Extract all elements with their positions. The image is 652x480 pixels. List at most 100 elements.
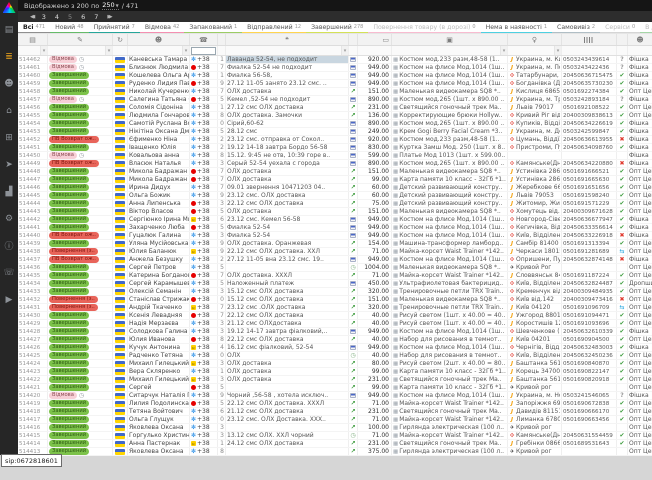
tab-servisy[interactable]: Сервіси0 bbox=[600, 22, 640, 34]
tab-vidmova[interactable]: Відмова42 bbox=[140, 22, 185, 34]
table-row[interactable]: 514443ЗавершенийВіктор Власов+385ОЛХ дос… bbox=[18, 208, 652, 216]
table-row[interactable]: 514424ЗавершенийМихаил Гилецькийlc+383ОЛ… bbox=[18, 360, 652, 368]
page-button-7[interactable]: 7 bbox=[94, 13, 98, 21]
header-comment[interactable]: ❝ bbox=[226, 34, 349, 45]
orders-list-icon[interactable]: ≣ bbox=[0, 43, 18, 70]
page-button-3[interactable]: 3 bbox=[42, 13, 46, 21]
tab-pryiniatyi[interactable]: Прийнятий7 bbox=[89, 22, 140, 34]
send-icon[interactable]: ➤ bbox=[0, 151, 18, 178]
table-row[interactable]: 514425ЗавершенийРадченко Тетяна✻+380ОЛХ◷… bbox=[18, 352, 652, 360]
panel-icon[interactable]: ▤ bbox=[0, 16, 18, 43]
header-flag[interactable]: ↻ bbox=[113, 34, 128, 45]
table-row[interactable]: 514428ЗавершенийСолодкова Галина В..✻+38… bbox=[18, 328, 652, 336]
page-button-5[interactable]: 5 bbox=[68, 13, 72, 21]
header-id[interactable]: ▤ bbox=[18, 34, 48, 45]
table-row[interactable]: 514437ПВ Возврат ож..Анжела Безушку✻+382… bbox=[18, 256, 652, 264]
header-status[interactable]: ✎ bbox=[48, 34, 113, 45]
first-page-button[interactable]: ◀◀ bbox=[30, 14, 33, 20]
table-row[interactable]: 514419ЗавершенийЛилия Подолинская+38522.… bbox=[18, 400, 652, 408]
filter-dropdown-icon[interactable]: ▾ bbox=[40, 46, 47, 55]
tab-samovyviz[interactable]: Самовивіз2 bbox=[552, 22, 600, 34]
table-row[interactable]: 514423ЗавершенийВера Скляренко✻+381ОЛХ д… bbox=[18, 368, 652, 376]
header-mgr[interactable]: ☻ bbox=[628, 34, 652, 45]
filter-dropdown-icon[interactable]: ▾ bbox=[105, 46, 112, 55]
table-row[interactable]: 514453ЗавершенийНікітіна Оксана Дми..✻+3… bbox=[18, 128, 652, 136]
table-row[interactable]: 514448ЗавершенийМикола Бадражан+387ОЛХ д… bbox=[18, 168, 652, 176]
header-phone[interactable]: ☎ bbox=[190, 34, 218, 45]
tab-nema-v-naiavnosti[interactable]: Нема в наявності1 bbox=[481, 22, 552, 34]
table-row[interactable]: 514435ЗавершенийКатерина Богданова+387ОЛ… bbox=[18, 272, 652, 280]
customers-icon[interactable]: ☻ bbox=[0, 70, 18, 97]
table-row[interactable]: 514450Відмова◷Ковальова анна✻+38815.12. … bbox=[18, 152, 652, 160]
filter-dropdown-icon[interactable]: ▾ bbox=[500, 46, 507, 55]
table-row[interactable]: 514458ЗавершенийНиколай Кучеренко✻+387ОЛ… bbox=[18, 88, 652, 96]
table-row[interactable]: 514432Повернення (з..Станіслав Стрижак+3… bbox=[18, 296, 652, 304]
table-row[interactable]: 514429ЗавершенийНадія Мерзаєва✻+38321.12… bbox=[18, 320, 652, 328]
table-row[interactable]: 514438Повернення (з..Юлия Баланюкlc+3892… bbox=[18, 248, 652, 256]
support-icon[interactable]: ☏ bbox=[0, 259, 18, 286]
table-row[interactable]: 514426ЗавершенийКучук Антонинаlc+38416.1… bbox=[18, 344, 652, 352]
last-page-button[interactable]: ▶▶ bbox=[107, 14, 110, 20]
table-row[interactable]: 514455ЗавершенийЛюдмила Гончарова✻+388ОЛ… bbox=[18, 112, 652, 120]
warehouse-icon[interactable]: ⌂ bbox=[0, 97, 18, 124]
table-row[interactable]: 514441ЗавершенийЗахарченко Люба+385Фиалк… bbox=[18, 224, 652, 232]
table-row[interactable]: 514444ЗавершенийАнна Липенська+38322.12 … bbox=[18, 200, 652, 208]
tab-novyi[interactable]: Новий48 bbox=[50, 22, 89, 34]
table-row[interactable]: 514430ЗавершенийКсенія Левадняя+38722.12… bbox=[18, 312, 652, 320]
table-row[interactable]: 514420Відмова◷Ситарчук Наталія Гр..✻+389… bbox=[18, 392, 652, 400]
table-row[interactable]: 514427ЗавершенийЮлия Иванова+38822.12 см… bbox=[18, 336, 652, 344]
page-button-4[interactable]: 4 bbox=[55, 13, 59, 21]
table-row[interactable]: 514413ЗавершенийЯковлева Оксана✻+388↗375… bbox=[18, 448, 652, 456]
table-row[interactable]: 514415ЗавершенийГоргулько Христина..✻+38… bbox=[18, 432, 652, 440]
table-row[interactable]: 514439ЗавершенийУляна Мусійовська✻+389ОЛ… bbox=[18, 240, 652, 248]
page-size-dropdown[interactable]: 250 ▼ bbox=[102, 1, 119, 10]
table-row[interactable]: 514421ЗавершенийСергей+385↗99.00▦Карта п… bbox=[18, 384, 652, 392]
filter-dropdown-icon[interactable]: ▾ bbox=[554, 46, 561, 55]
table-row[interactable]: 514418ЗавершенийТетяна Войтович✻+38621.1… bbox=[18, 408, 652, 416]
table-row[interactable]: 514451ЗавершенийІващенко Юлія✻+38219.12 … bbox=[18, 144, 652, 152]
table-row[interactable]: 514456ЗавершенийСоломія Сідоніна✻+38127.… bbox=[18, 104, 652, 112]
table-row[interactable]: 514414ЗавершенийАнна Пастернакlc+38124.1… bbox=[18, 440, 652, 448]
table-row[interactable]: 514452ПВ Возврат ож..Єфименко Ніна✻+3822… bbox=[18, 136, 652, 144]
table-row[interactable]: 514454ЗавершенийСамотій Руслана Во..✻+38… bbox=[18, 120, 652, 128]
table-row[interactable]: 514462Відмова◷Каневська Тамара ..✻+381Ла… bbox=[18, 56, 652, 64]
table-row[interactable]: 514442ЗавершенийСергіюнко Ірина Ми..lc+3… bbox=[18, 216, 652, 224]
table-row[interactable]: 514445ЗавершенийОльга Божик✻+38923.12 см… bbox=[18, 192, 652, 200]
table-row[interactable]: 514434ЗавершенийСергей Карамышев✻+385Нал… bbox=[18, 280, 652, 288]
table-row[interactable]: 514417ЗавершенийОльга Глущук✻+38023.12 с… bbox=[18, 416, 652, 424]
header-track[interactable] bbox=[562, 34, 617, 45]
header-product[interactable]: ▣ bbox=[392, 34, 508, 45]
table-row[interactable]: 514431Повернення (з..Андрій Ткаченкоlc+3… bbox=[18, 304, 652, 312]
tab-v-dorozi-dodomu[interactable]: В дорозі додому0 bbox=[640, 22, 652, 34]
tab-vsi[interactable]: Всі471 bbox=[18, 22, 50, 34]
filter-dropdown-icon[interactable]: ▾ bbox=[341, 46, 348, 55]
header-price[interactable]: ▭ bbox=[358, 34, 392, 45]
table-row[interactable]: 514433ЗавершенийОлексій Семанін✻+38315.1… bbox=[18, 288, 652, 296]
header-address[interactable]: ♀ bbox=[508, 34, 562, 45]
tab-povernennia-tovaru-v-dorozi[interactable]: Повернення товару (в дорозі)0 bbox=[368, 22, 480, 34]
cart-icon[interactable]: ⊞ bbox=[0, 124, 18, 151]
table-row[interactable]: 514447ЗавершенийМикола Бадражан+387ОЛХ д… bbox=[18, 176, 652, 184]
table-row[interactable]: 514416ЗавершенийЯковлева Оксана✻+383↗100… bbox=[18, 424, 652, 432]
table-row[interactable]: 514461Відмова◷Близнюк Людмила ..+387Фиал… bbox=[18, 64, 652, 72]
table-row[interactable]: 514449ПВ Возврат ож..Власюк Наталья✻+383… bbox=[18, 160, 652, 168]
settings-icon[interactable]: ⚙ bbox=[0, 205, 18, 232]
table-row[interactable]: 514457Відмова◷Салегина Татьяна С..+385Ке… bbox=[18, 96, 652, 104]
info-icon[interactable]: ⓘ bbox=[0, 232, 18, 259]
tab-vidpravlenyi[interactable]: Відправлений12 bbox=[242, 22, 306, 34]
app-logo-icon[interactable] bbox=[3, 2, 16, 13]
filter-dropdown-icon[interactable]: ▾ bbox=[182, 46, 189, 55]
table-row[interactable]: 514459ЗавершенийРуденко Лидия Пав..+3892… bbox=[18, 80, 652, 88]
stats-icon[interactable]: ▟ bbox=[0, 178, 18, 205]
header-name[interactable]: ☻ bbox=[128, 34, 190, 45]
table-row[interactable]: 514460ЗавершенийКошелева Ольга Ар..✻+381… bbox=[18, 72, 652, 80]
tab-zapakovanyi[interactable]: Запакований1 bbox=[184, 22, 242, 34]
table-row[interactable]: 514436ЗавершенийСергей Петров✻+385◷1004.… bbox=[18, 264, 652, 272]
table-row[interactable]: 514446ЗавершенийИрина Дидух✻+38709.01 зв… bbox=[18, 184, 652, 192]
phone-filter-input[interactable] bbox=[191, 47, 216, 55]
video-icon[interactable]: ▶ bbox=[0, 286, 18, 313]
table-row[interactable]: 514440ПВ Возврат ож..Гуцалюк Галина✻+383… bbox=[18, 232, 652, 240]
table-row[interactable]: 514422ЗавершенийМихаил Гилецькийlc+383ОЛ… bbox=[18, 376, 652, 384]
page-button-6[interactable]: 6 bbox=[81, 13, 85, 21]
tab-zavershenyi[interactable]: Завершений278 bbox=[306, 22, 368, 34]
